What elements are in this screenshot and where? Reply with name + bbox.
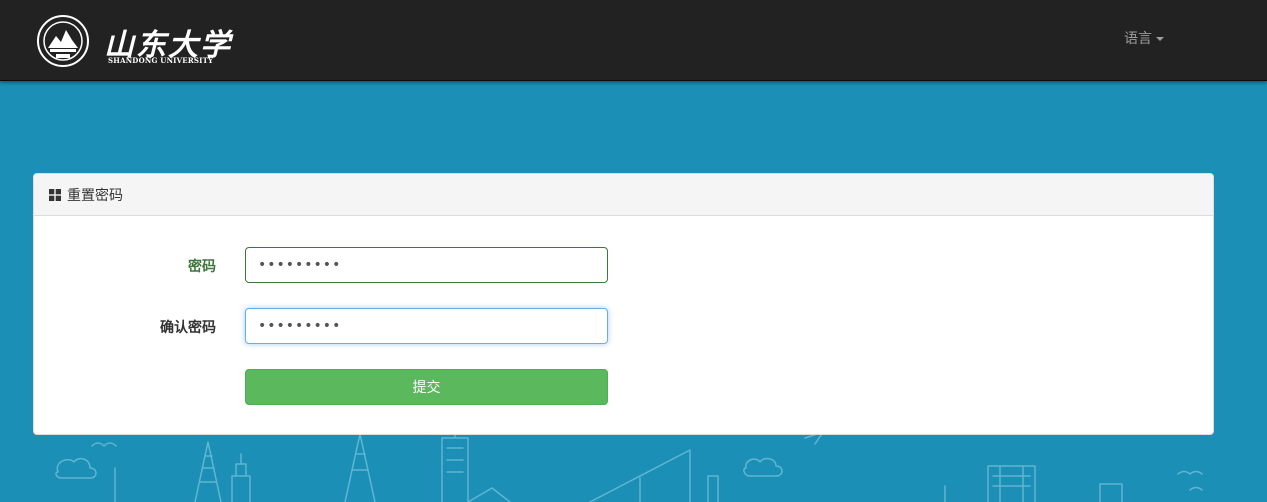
password-label: 密码 [188, 259, 216, 275]
caret-down-icon [1156, 37, 1164, 41]
password-field[interactable] [245, 247, 608, 283]
confirm-password-label: 确认密码 [160, 320, 216, 336]
university-logo[interactable]: 山东大学 SHANDONG UNIVERSITY [36, 14, 236, 70]
panel-heading: 重置密码 [34, 174, 1213, 216]
confirm-password-field[interactable] [245, 308, 608, 344]
reset-password-panel: 重置密码 密码 确认密码 提交 [33, 173, 1214, 435]
top-navbar: 山东大学 SHANDONG UNIVERSITY 语言 [0, 0, 1267, 81]
university-emblem-icon [37, 15, 89, 67]
panel-title: 重置密码 [67, 187, 123, 204]
logo-subtitle: SHANDONG UNIVERSITY [108, 56, 214, 65]
submit-button[interactable]: 提交 [245, 369, 608, 405]
th-large-icon [49, 188, 61, 201]
language-dropdown[interactable]: 语言 [1124, 28, 1164, 48]
language-label: 语言 [1124, 31, 1152, 47]
